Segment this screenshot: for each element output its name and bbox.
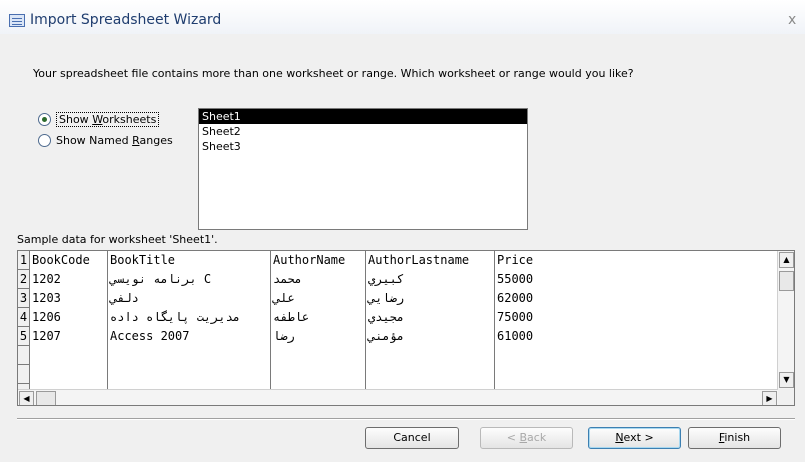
grid-cell: BookCode [32,253,90,267]
grid-cell: 1203 [32,291,61,305]
grid-cell [31,346,107,365]
show-named-ranges-radio[interactable] [38,134,51,147]
back-button-label: < Back [506,431,547,444]
grid-cell [31,365,107,384]
title-bar: Import Spreadsheet Wizard x [0,0,805,34]
cancel-button[interactable]: Cancel [365,427,459,449]
scroll-right-button[interactable]: ▶ [762,391,777,405]
grid-cell [272,365,365,384]
grid-cell: رضا [273,329,295,343]
row-number: 1 [18,251,29,270]
show-named-ranges-option[interactable]: Show Named Ranges [38,134,173,147]
sample-data-label: Sample data for worksheet 'Sheet1'. [17,233,218,246]
grid-cell: BookTitle [110,253,176,267]
worksheet-item[interactable]: Sheet1 [199,109,527,124]
row-number: 5 [18,327,29,346]
grid-cell: Access 2007 [110,329,190,343]
grid-cell: 62000 [497,291,534,305]
row-number [18,365,29,384]
arrow-up-icon: ▲ [783,255,790,264]
grid-cell [109,346,270,365]
grid-column-bookcode[interactable]: BookCode 1202 1203 1206 1207 [31,251,108,389]
grid-cell: 55000 [497,272,534,286]
horizontal-scrollbar[interactable]: ◀ ▶ [18,389,778,405]
grid-cell: 1202 [32,272,61,286]
spreadsheet-icon [9,14,25,27]
next-button[interactable]: Next > [588,427,681,449]
show-worksheets-option[interactable]: Show Worksheets [38,112,160,127]
scroll-down-button[interactable]: ▼ [779,372,794,388]
window-title: Import Spreadsheet Wizard [30,12,222,28]
grid-column-price[interactable]: Price 55000 62000 75000 61000 [496,251,778,389]
grid-cell: 61000 [497,329,534,343]
grid-cell: دلفي [110,291,139,305]
close-icon[interactable]: x [788,12,796,28]
worksheet-list[interactable]: Sheet1 Sheet2 Sheet3 [198,108,528,230]
scrollbar-corner [778,389,794,405]
grid-cell: برنامه نويسي C [110,272,212,286]
grid-cell: مجيدي [368,310,405,324]
button-separator [17,418,795,420]
show-worksheets-radio[interactable] [38,113,51,126]
grid-cell [272,346,365,365]
wizard-question: Your spreadsheet file contains more than… [33,67,634,80]
cancel-button-label: Cancel [393,431,431,444]
show-worksheets-label: Show Worksheets [56,112,160,127]
arrow-left-icon: ◀ [23,394,30,403]
grid-cell [367,365,494,384]
grid-cell: رضايي [368,291,405,305]
horizontal-scroll-thumb[interactable] [36,391,56,405]
finish-button[interactable]: Finish [688,427,781,449]
finish-button-label: Finish [718,431,751,444]
grid-cell: مؤمني [368,329,405,343]
grid-column-booktitle[interactable]: BookTitle برنامه نويسي C دلفي مديريت پاي… [109,251,271,389]
vertical-scroll-thumb[interactable] [779,271,794,291]
grid-cell: علي [273,291,295,305]
scroll-left-button[interactable]: ◀ [19,391,34,405]
grid-cell: مديريت پايگاه داده [110,310,241,324]
grid-cell: كبيري [368,272,405,286]
scroll-up-button[interactable]: ▲ [779,252,794,268]
sample-data-grid[interactable]: 1 2 3 4 5 BookCode 1202 1203 1206 1207 B… [17,250,795,406]
grid-cell: 1206 [32,310,61,324]
vertical-scrollbar[interactable]: ▲ ▼ [777,251,794,389]
row-number: 3 [18,289,29,308]
grid-cell: AuthorLastname [368,253,470,267]
row-number [18,346,29,365]
grid-column-authorlastname[interactable]: AuthorLastname كبيري رضايي مجيدي مؤمني [367,251,495,389]
grid-cell [496,365,778,384]
grid-cell [367,346,494,365]
grid-cell: 1207 [32,329,61,343]
grid-cell [109,365,270,384]
grid-cell: Price [497,253,534,267]
grid-cell: 75000 [497,310,534,324]
row-number: 4 [18,308,29,327]
next-button-label: Next > [615,431,654,444]
grid-cell: محمد [273,272,302,286]
arrow-down-icon: ▼ [783,375,790,384]
grid-cell: AuthorName [273,253,346,267]
row-number: 2 [18,270,29,289]
grid-cell: عاطفه [273,310,310,324]
worksheet-item[interactable]: Sheet3 [199,139,527,154]
grid-cell [496,346,778,365]
wizard-body: Your spreadsheet file contains more than… [0,34,805,462]
back-button[interactable]: < Back [480,427,573,449]
show-named-ranges-label: Show Named Ranges [56,134,173,147]
worksheet-item[interactable]: Sheet2 [199,124,527,139]
grid-column-authorname[interactable]: AuthorName محمد علي عاطفه رضا [272,251,366,389]
row-number-column: 1 2 3 4 5 [18,251,30,389]
arrow-right-icon: ▶ [766,394,773,403]
